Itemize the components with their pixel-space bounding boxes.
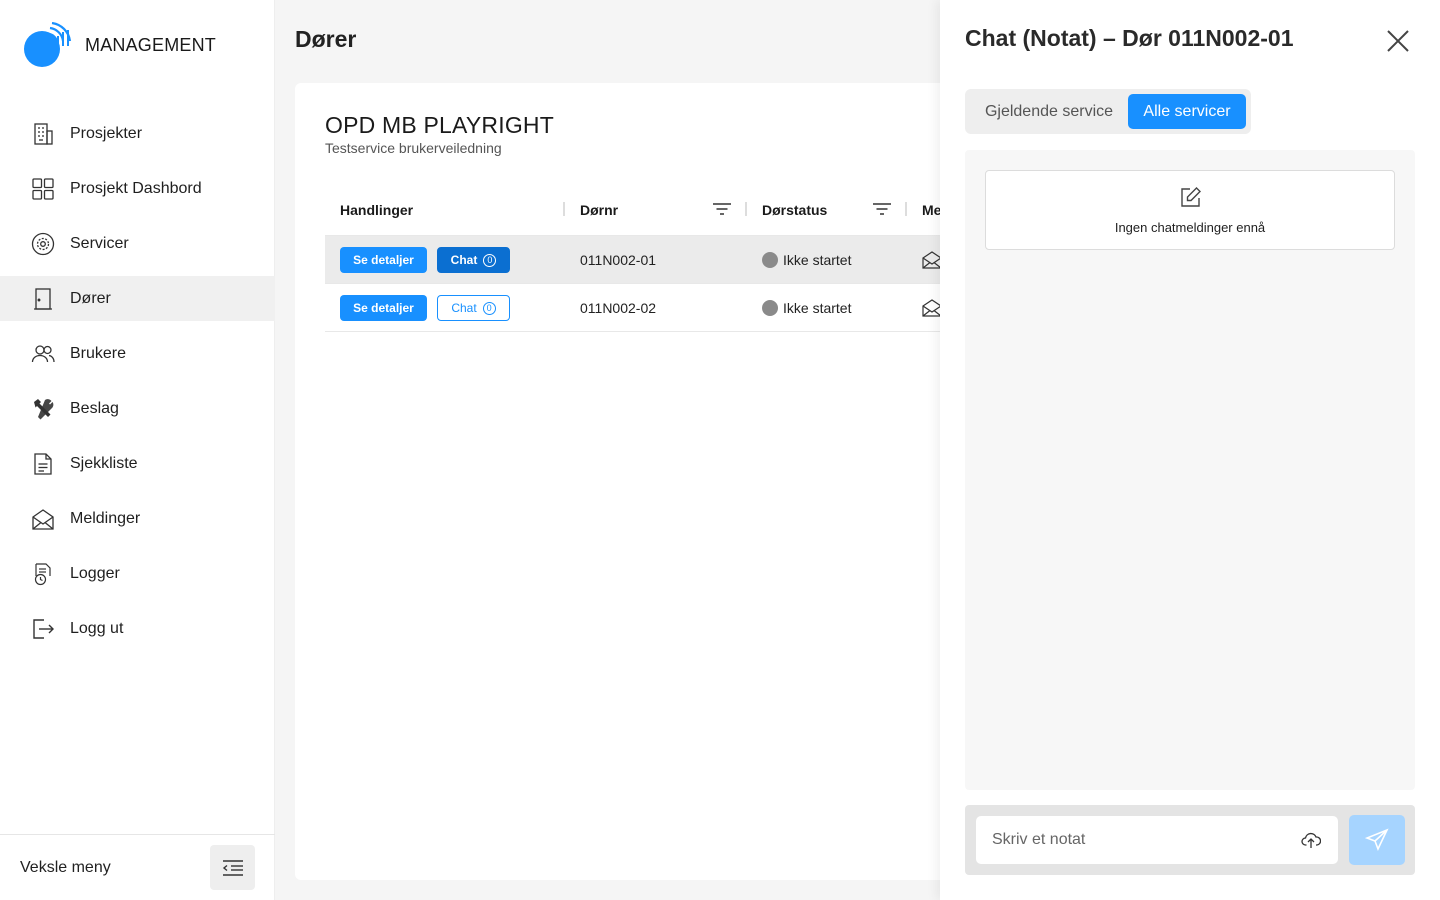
envelope-icon bbox=[30, 506, 55, 531]
sidebar-item-label: Prosjekter bbox=[70, 124, 143, 142]
column-header-door-no: Dørnr bbox=[580, 201, 619, 218]
chat-count-badge: 0 bbox=[482, 301, 496, 315]
sidebar-item-label: Brukere bbox=[70, 344, 127, 362]
sidebar-nav: Prosjekter Prosjekt Dashbord Servicer Dø… bbox=[0, 111, 275, 661]
column-header-actions: Handlinger bbox=[340, 201, 414, 218]
logo-icon bbox=[24, 22, 72, 67]
sidebar-item-prosjekt-dashbord[interactable]: Prosjekt Dashbord bbox=[0, 166, 275, 211]
sidebar-item-logger[interactable]: Logger bbox=[0, 551, 275, 596]
tab-all-services[interactable]: Alle servicer bbox=[1128, 94, 1246, 129]
tools-icon bbox=[30, 396, 55, 421]
close-icon[interactable] bbox=[1385, 28, 1411, 54]
chat-count-badge: 0 bbox=[483, 253, 497, 267]
service-scope-toggle: Gjeldende service Alle servicer bbox=[965, 89, 1251, 134]
edit-icon bbox=[1181, 187, 1201, 207]
chat-panel: Chat (Notat) – Dør 011N002-01 Gjeldende … bbox=[940, 0, 1440, 900]
upload-cloud-icon[interactable] bbox=[1301, 831, 1321, 849]
envelope-icon[interactable] bbox=[922, 250, 942, 270]
dashboard-icon bbox=[30, 176, 55, 201]
chat-button-label: Chat bbox=[451, 301, 477, 315]
project-subtitle: Testservice brukerveiledning bbox=[325, 140, 502, 156]
note-composer bbox=[965, 805, 1415, 875]
status-dot bbox=[762, 252, 778, 268]
page-title: Dører bbox=[295, 26, 357, 52]
column-header-door-status: Dørstatus bbox=[762, 201, 828, 218]
users-icon bbox=[30, 341, 55, 366]
chat-messages-area: Ingen chatmeldinger ennå bbox=[965, 150, 1415, 790]
sidebar-item-sjekkliste[interactable]: Sjekkliste bbox=[0, 441, 275, 486]
sidebar-item-logg-ut[interactable]: Logg ut bbox=[0, 606, 275, 651]
toggle-menu-label: Veksle meny bbox=[20, 858, 111, 876]
app-logo[interactable]: MANAGEMENT bbox=[24, 22, 216, 68]
door-number: 011N002-01 bbox=[580, 252, 657, 268]
empty-state: Ingen chatmeldinger ennå bbox=[985, 170, 1395, 250]
sidebar-item-label: Sjekkliste bbox=[70, 454, 138, 472]
note-input[interactable] bbox=[976, 816, 1338, 864]
table-row[interactable]: Se detaljer Chat 0 011N002-02 Ikke starte… bbox=[325, 284, 965, 332]
building-icon bbox=[30, 121, 55, 146]
see-details-button[interactable]: Se detaljer bbox=[340, 247, 427, 273]
column-separator bbox=[745, 202, 747, 216]
door-icon bbox=[30, 286, 55, 311]
tab-current-service[interactable]: Gjeldende service bbox=[974, 94, 1124, 129]
filter-icon[interactable] bbox=[872, 200, 892, 218]
sidebar-item-label: Meldinger bbox=[70, 509, 141, 527]
door-status: Ikke startet bbox=[762, 284, 851, 332]
log-icon bbox=[30, 561, 55, 586]
chat-button[interactable]: Chat 0 bbox=[437, 295, 510, 321]
sidebar-item-label: Logger bbox=[70, 564, 120, 582]
sidebar-item-prosjekter[interactable]: Prosjekter bbox=[0, 111, 275, 156]
sidebar: MANAGEMENT Prosjekter Prosjekt Dashbord … bbox=[0, 0, 275, 900]
send-button[interactable] bbox=[1349, 815, 1405, 865]
empty-state-text: Ingen chatmeldinger ennå bbox=[1114, 220, 1266, 235]
sidebar-item-label: Beslag bbox=[70, 399, 119, 417]
sidebar-item-beslag[interactable]: Beslag bbox=[0, 386, 275, 431]
table-header: Handlinger Dørnr Dørstatus Me bbox=[325, 183, 965, 236]
toggle-menu-button[interactable] bbox=[210, 845, 255, 890]
sidebar-item-label: Logg ut bbox=[70, 619, 124, 637]
checklist-icon bbox=[30, 451, 55, 476]
sidebar-item-label: Dører bbox=[70, 289, 111, 307]
status-dot bbox=[762, 300, 778, 316]
logout-icon bbox=[30, 616, 55, 641]
project-card: OPD MB PLAYRIGHT Testservice brukerveile… bbox=[295, 83, 995, 880]
main-content: Dører OPD MB PLAYRIGHT Testservice bruke… bbox=[275, 0, 995, 900]
column-header-messages: Me bbox=[922, 201, 942, 218]
sidebar-item-meldinger[interactable]: Meldinger bbox=[0, 496, 275, 541]
service-gear-icon bbox=[30, 231, 55, 256]
sidebar-item-label: Servicer bbox=[70, 234, 129, 252]
table-row[interactable]: Se detaljer Chat 0 011N002-01 Ikke starte… bbox=[325, 236, 965, 284]
sidebar-item-servicer[interactable]: Servicer bbox=[0, 221, 275, 266]
sidebar-item-brukere[interactable]: Brukere bbox=[0, 331, 275, 376]
sidebar-item-dorer[interactable]: Dører bbox=[0, 276, 275, 321]
sidebar-footer: Veksle meny bbox=[0, 834, 275, 900]
project-title: OPD MB PLAYRIGHT bbox=[325, 112, 554, 138]
chat-panel-title: Chat (Notat) – Dør 011N002-01 bbox=[965, 25, 1294, 51]
status-label: Ikke startet bbox=[783, 252, 852, 268]
menu-collapse-icon bbox=[222, 859, 243, 876]
column-separator bbox=[905, 202, 907, 216]
filter-icon[interactable] bbox=[712, 200, 732, 218]
door-status: Ikke startet bbox=[762, 236, 851, 284]
app-name: MANAGEMENT bbox=[85, 34, 217, 55]
column-separator bbox=[563, 202, 565, 216]
see-details-button[interactable]: Se detaljer bbox=[340, 295, 427, 321]
door-number: 011N002-02 bbox=[580, 300, 657, 316]
chat-button-label: Chat bbox=[450, 253, 478, 267]
sidebar-item-label: Prosjekt Dashbord bbox=[70, 179, 202, 197]
chat-button[interactable]: Chat 0 bbox=[437, 247, 510, 273]
status-label: Ikke startet bbox=[783, 300, 852, 316]
envelope-icon[interactable] bbox=[922, 298, 942, 318]
send-icon bbox=[1365, 828, 1389, 852]
doors-table: Handlinger Dørnr Dørstatus Me Se detalje… bbox=[325, 183, 965, 332]
